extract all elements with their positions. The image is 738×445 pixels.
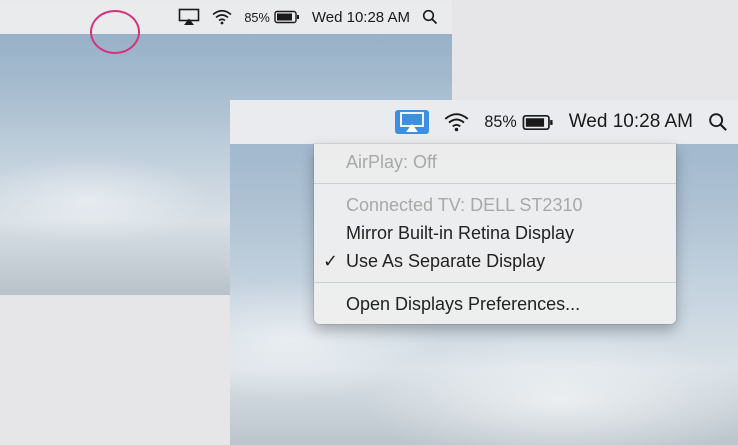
battery-status[interactable]: 85% <box>244 10 300 25</box>
battery-icon <box>522 114 553 130</box>
checkmark-icon: ✓ <box>323 251 339 271</box>
menu-separator <box>314 282 676 283</box>
wifi-icon[interactable] <box>212 9 232 25</box>
spotlight-search-icon[interactable] <box>708 112 728 132</box>
menu-item-airplay-status: AirPlay: Off <box>346 152 437 172</box>
battery-icon <box>274 10 299 24</box>
menu-item-mirror-display[interactable]: Mirror Built-in Retina Display <box>314 219 676 247</box>
airplay-dropdown-menu: AirPlay: Off Connected TV: DELL ST2310 M… <box>314 144 676 324</box>
menu-separator <box>314 183 676 184</box>
battery-status[interactable]: 85% <box>484 113 553 132</box>
battery-percent: 85% <box>244 9 270 25</box>
menu-item-open-displays-preferences[interactable]: Open Displays Preferences... <box>314 290 676 318</box>
airplay-icon[interactable] <box>178 8 200 26</box>
menubar-clock[interactable]: Wed 10:28 AM <box>569 111 693 133</box>
menu-bar: 85% Wed 10:28 AM <box>230 100 738 144</box>
menubar-clock[interactable]: Wed 10:28 AM <box>312 9 410 26</box>
spotlight-search-icon[interactable] <box>422 9 438 25</box>
highlight-circle <box>90 10 140 54</box>
battery-percent: 85% <box>484 112 517 131</box>
menu-item-connected-tv: Connected TV: DELL ST2310 <box>346 195 583 215</box>
screenshot-airplay-menu: 85% Wed 10:28 AM AirPlay: Off Connected … <box>230 100 738 445</box>
wifi-icon[interactable] <box>444 112 469 132</box>
menu-item-label: Use As Separate Display <box>346 251 546 271</box>
menu-item-use-as-separate-display[interactable]: ✓ Use As Separate Display <box>314 247 676 275</box>
airplay-icon[interactable] <box>395 110 430 134</box>
menu-bar: 85% Wed 10:28 AM <box>0 0 452 34</box>
